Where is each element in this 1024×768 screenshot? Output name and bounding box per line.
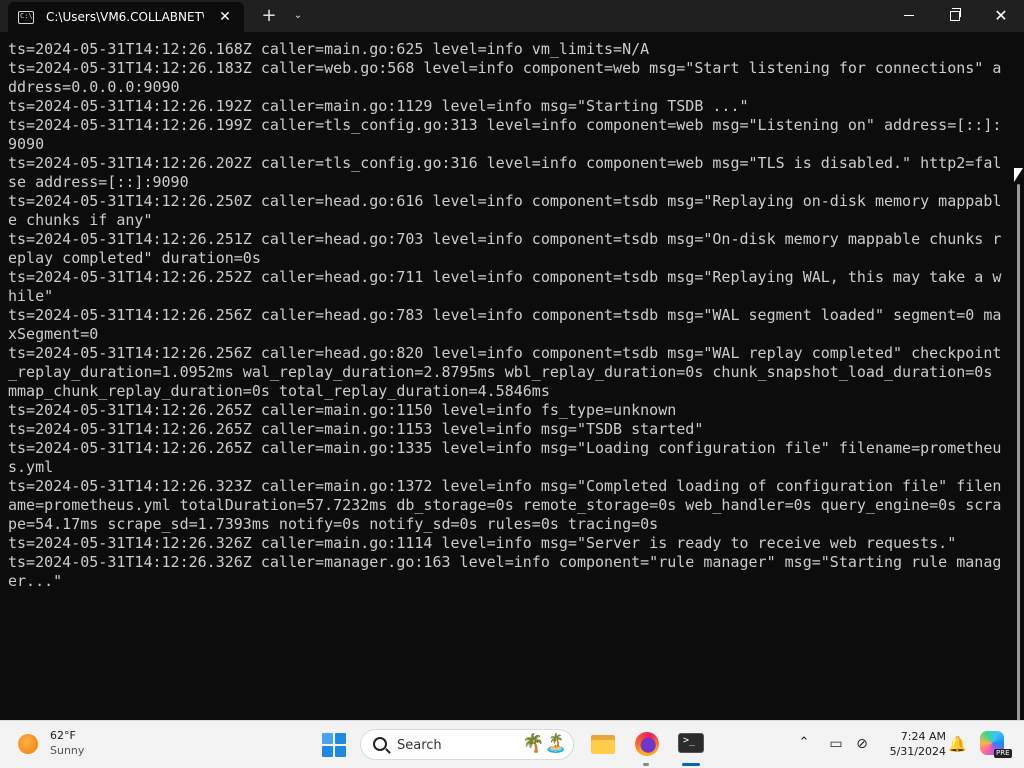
taskbar-search-box[interactable]: Search 🌴🏝️ [360,729,574,760]
log-line: ts=2024-05-31T14:12:26.251Z caller=head.… [8,230,1002,248]
log-line: mmap_chunk_replay_duration=0s total_repl… [8,382,550,400]
command-prompt-icon [18,10,34,24]
terminal-taskbar-button[interactable] [678,731,704,757]
pre-badge: PRE [994,749,1012,758]
scrollbar-thumb[interactable] [1017,184,1020,732]
log-line: s.yml [8,458,54,476]
bell-icon[interactable]: 🔔 [948,734,967,754]
log-line: pe=54.17ms scrape_sd=1.7393ms notify=0s … [8,515,659,533]
log-line: ts=2024-05-31T14:12:26.202Z caller=tls_c… [8,154,1002,172]
log-line: ts=2024-05-31T14:12:26.183Z caller=web.g… [8,59,1002,77]
log-line: ts=2024-05-31T14:12:26.168Z caller=main.… [8,40,650,58]
clock-time: 7:24 AM [900,730,946,743]
taskbar: 62°F Sunny Search 🌴🏝️ ⌃ ▭ ⊘ 7:24 AM 5/31… [0,720,1024,768]
minimize-button[interactable] [886,0,932,32]
log-line: ame=prometheus.yml totalDuration=57.7232… [8,496,1002,514]
firefox-icon [635,732,659,756]
log-line: eplay completed" duration=0s [8,249,261,267]
file-explorer-button[interactable] [590,731,616,757]
terminal-output-area[interactable]: ts=2024-05-31T14:12:26.168Z caller=main.… [0,32,1012,720]
tab-close-button[interactable]: ✕ [216,8,234,26]
firefox-running-indicator [643,763,649,766]
restore-button[interactable] [932,0,978,32]
log-line: er..." [8,572,63,590]
log-line: ts=2024-05-31T14:12:26.192Z caller=main.… [8,97,749,115]
new-tab-button[interactable]: + [258,5,280,27]
terminal-icon [678,733,704,753]
clock[interactable]: 7:24 AM 5/31/2024 [880,729,946,759]
log-line: se address=[::]:9090 [8,173,189,191]
window-titlebar: C:\Users\VM6.COLLABNET\Dc ✕ + ⌄ ✕ [0,0,1024,32]
network-icon[interactable]: ⊘ [852,734,872,754]
log-line: ts=2024-05-31T14:12:26.326Z caller=main.… [8,534,957,552]
mouse-cursor-icon [1014,168,1023,182]
log-line: ddress=0.0.0.0:9090 [8,78,180,96]
log-line: xSegment=0 [8,325,99,343]
log-line: ts=2024-05-31T14:12:26.256Z caller=head.… [8,344,1002,362]
clock-date: 5/31/2024 [889,745,946,758]
terminal-scrollbar[interactable] [1014,32,1024,732]
windows-start-icon [322,733,333,744]
log-line: hile" [8,287,54,305]
log-line: ts=2024-05-31T14:12:26.256Z caller=head.… [8,306,1002,324]
firefox-button[interactable] [634,731,660,757]
windows-start-button[interactable] [322,733,346,757]
minimize-icon [904,15,914,16]
log-line: ts=2024-05-31T14:12:26.265Z caller=main.… [8,401,677,419]
terminal-active-indicator [682,763,700,766]
tab-title: C:\Users\VM6.COLLABNET\Dc [46,10,204,24]
log-line: ts=2024-05-31T14:12:26.323Z caller=main.… [8,477,1002,495]
log-line: ts=2024-05-31T14:12:26.250Z caller=head.… [8,192,1002,210]
search-icon [373,737,387,751]
close-window-button[interactable]: ✕ [978,0,1024,32]
show-hidden-icons-button[interactable]: ⌃ [796,735,812,751]
log-line: ts=2024-05-31T14:12:26.265Z caller=main.… [8,420,704,438]
sun-icon [18,733,38,754]
log-line: _replay_duration=1.0952ms wal_replay_dur… [8,363,993,381]
weather-widget[interactable]: 62°F Sunny [18,729,84,758]
weather-condition: Sunny [50,744,85,757]
log-output: ts=2024-05-31T14:12:26.168Z caller=main.… [8,40,1004,591]
monitor-icon[interactable]: ▭ [826,734,846,754]
tab-dropdown-button[interactable]: ⌄ [288,5,308,27]
log-line: ts=2024-05-31T14:12:26.326Z caller=manag… [8,553,1002,571]
terminal-tab[interactable]: C:\Users\VM6.COLLABNET\Dc ✕ [8,2,244,32]
weather-temperature: 62°F [50,729,76,742]
search-placeholder: Search [397,738,442,753]
log-line: 9090 [8,135,45,153]
restore-icon [950,7,961,21]
log-line: e chunks if any" [8,211,153,229]
search-highlight-art: 🌴🏝️ [522,733,567,754]
log-line: ts=2024-05-31T14:12:26.199Z caller=tls_c… [8,116,1002,134]
log-line: ts=2024-05-31T14:12:26.265Z caller=main.… [8,439,1002,457]
log-line: ts=2024-05-31T14:12:26.252Z caller=head.… [8,268,1002,286]
